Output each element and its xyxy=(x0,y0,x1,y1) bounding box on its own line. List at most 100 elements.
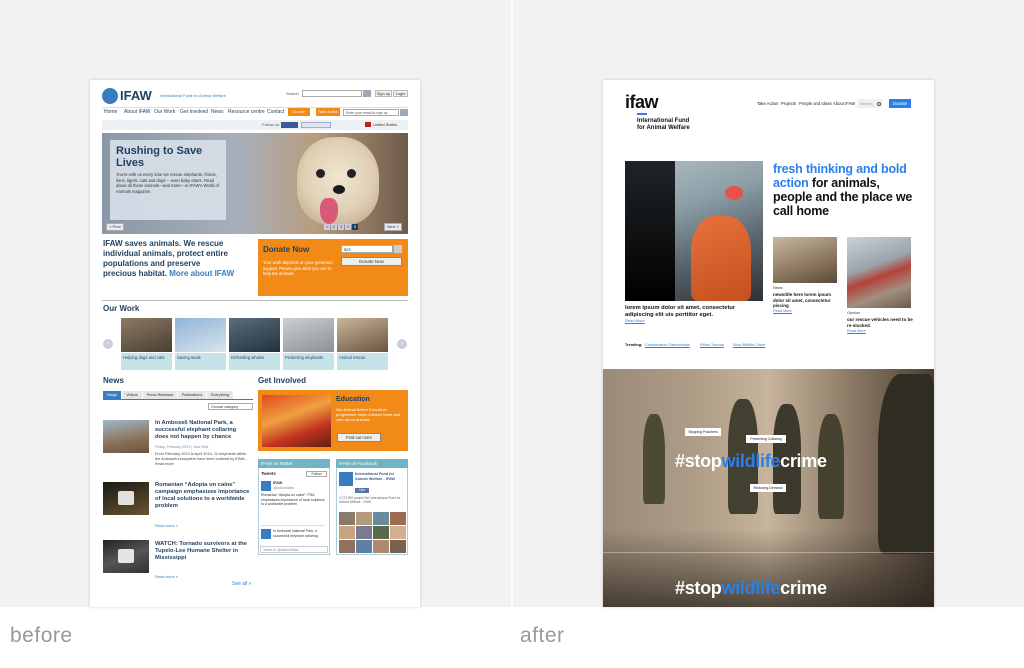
hero-title: Rushing to Save Lives xyxy=(116,145,203,169)
email-signup-field[interactable]: Enter your email to sign up xyxy=(343,109,399,116)
work-label-seals[interactable]: Saving seals xyxy=(175,353,226,370)
new-nav-projects[interactable]: Projects xyxy=(781,101,796,106)
play-icon[interactable] xyxy=(118,491,134,505)
donate-now-button[interactable]: Donate Now xyxy=(341,257,402,266)
before-caption: before xyxy=(10,624,73,647)
intro-more-link[interactable]: More about IFAW xyxy=(169,269,234,278)
trending-link-3[interactable]: Stop Wildlife Crime xyxy=(733,343,765,348)
follow-bar xyxy=(102,120,408,130)
hero-prev-button[interactable]: « Prev xyxy=(106,223,124,231)
work-thumb-dogs[interactable] xyxy=(121,318,172,352)
hashtag-mid: wildlife xyxy=(721,451,781,471)
news-3-read-more[interactable]: Read more » xyxy=(155,575,178,579)
hero-next-button[interactable]: Next » xyxy=(384,223,402,231)
card-2-read-more[interactable]: Read More xyxy=(847,329,866,334)
news-tab-publications[interactable]: Publications xyxy=(178,391,206,399)
nav-resource-centre[interactable]: Resource centre xyxy=(228,110,265,115)
work-label-elephants[interactable]: Protecting elephants xyxy=(283,353,334,370)
news-tab-blogs[interactable]: Blogs xyxy=(103,391,121,399)
signup-button[interactable]: Sign up xyxy=(375,90,392,97)
work-thumb-whales[interactable] xyxy=(229,318,280,352)
trending-link-1[interactable]: Conservation Partnerships xyxy=(645,343,690,348)
nav-news[interactable]: News xyxy=(211,110,224,115)
nav-our-work[interactable]: Our Work xyxy=(154,110,175,115)
pager-5[interactable]: 5 xyxy=(352,224,358,230)
news-2-title[interactable]: Romanian “Adopta un caine” campaign emph… xyxy=(155,482,251,510)
hashtag-pre-2: #stop xyxy=(675,578,722,598)
pager-2[interactable]: 2 xyxy=(331,224,337,230)
old-search-input[interactable] xyxy=(302,90,362,97)
news-thumb-video[interactable] xyxy=(103,482,149,515)
search-icon[interactable] xyxy=(877,102,881,106)
new-donate-button[interactable]: Donate xyxy=(889,99,911,108)
twitter-follow-icon[interactable] xyxy=(301,122,331,128)
work-thumb-seals[interactable] xyxy=(175,318,226,352)
news-1-title[interactable]: In Amboseli National Park, a successful … xyxy=(155,420,251,441)
region-selector[interactable]: United States xyxy=(373,123,397,127)
trending-link-2[interactable]: Rhino Trauma xyxy=(700,343,724,348)
carousel-right-icon[interactable]: › xyxy=(397,339,407,349)
facebook-like-icon[interactable] xyxy=(281,122,298,128)
nav-home[interactable]: Home xyxy=(104,110,117,115)
old-logo[interactable]: IFAW xyxy=(120,89,152,102)
carousel-left-icon[interactable]: ‹ xyxy=(103,339,113,349)
work-thumb-rescue[interactable] xyxy=(337,318,388,352)
news-thumb-tornado[interactable] xyxy=(103,540,149,573)
new-nav-take-action[interactable]: Take Action xyxy=(757,101,778,106)
card-1-read-more[interactable]: Read More xyxy=(773,309,792,314)
nav-get-involved[interactable]: Get Involved xyxy=(180,110,208,115)
find-out-more-button[interactable]: Find out more xyxy=(337,433,381,442)
news-3-title[interactable]: WATCH: Tornado survivors at the Tupelo-L… xyxy=(155,541,251,562)
pager-3[interactable]: 3 xyxy=(338,224,344,230)
feature-caption[interactable]: lorem ipsum dolor sit amet, consectetur … xyxy=(625,305,760,319)
feature-rescuer-image[interactable] xyxy=(625,161,763,301)
card-2-text[interactable]: our rescue vehicles need to be re-stocke… xyxy=(847,317,913,328)
pager-4[interactable]: 4 xyxy=(345,224,351,230)
card-1-image[interactable] xyxy=(773,237,837,283)
pager-1[interactable]: 1 xyxy=(324,224,330,230)
fan-avatar xyxy=(356,526,372,539)
play-icon-2[interactable] xyxy=(118,549,134,563)
nav-about[interactable]: About IFAW xyxy=(124,110,151,115)
new-nav-about[interactable]: About IFAW xyxy=(833,101,855,106)
old-donate-button[interactable]: Donate xyxy=(288,108,310,116)
facebook-page-name[interactable]: International Fund for Animal Welfare - … xyxy=(355,472,407,482)
chevron-down-icon[interactable] xyxy=(394,245,402,253)
news-category-select[interactable]: Choose category xyxy=(208,403,253,410)
feature-read-more[interactable]: Read More xyxy=(625,319,645,323)
work-label-rescue[interactable]: Animal rescue xyxy=(337,353,388,370)
news-2-read-more[interactable]: Read more » xyxy=(155,524,178,528)
card-1-tag: News xyxy=(773,286,783,290)
buoy xyxy=(725,186,743,200)
new-nav-people[interactable]: People and Ideas xyxy=(799,101,832,106)
fan-avatar xyxy=(339,526,355,539)
take-action-button[interactable]: Take Action xyxy=(316,108,340,116)
boat-side xyxy=(625,161,675,301)
education-children-image xyxy=(262,395,331,447)
tag-preventing-collaring[interactable]: Preventing Collaring xyxy=(746,435,786,443)
nav-contact[interactable]: Contact xyxy=(267,110,284,115)
email-go-icon[interactable] xyxy=(400,109,408,116)
twitter-follow-button[interactable]: Follow xyxy=(306,471,327,477)
search-icon[interactable] xyxy=(363,90,371,97)
fan-avatar xyxy=(339,512,355,525)
work-thumb-elephants[interactable] xyxy=(283,318,334,352)
news-tab-everything[interactable]: Everything xyxy=(207,391,233,399)
login-button[interactable]: Login xyxy=(393,90,408,97)
fan-avatar xyxy=(373,526,389,539)
news-tab-press[interactable]: Press Releases xyxy=(143,391,177,399)
facebook-like-button[interactable]: Like xyxy=(355,488,369,493)
tweet-compose-input[interactable]: Tweet to @action4ifaw xyxy=(260,546,328,553)
card-1-text[interactable]: newstitle here lorem ipsum dolor sit ame… xyxy=(773,292,837,309)
new-logo[interactable]: ifaw xyxy=(625,93,659,111)
news-thumb-elephant[interactable] xyxy=(103,420,149,453)
work-label-dogs[interactable]: Helping dogs and cats xyxy=(121,353,172,370)
work-label-whales[interactable]: Defending whales xyxy=(229,353,280,370)
hashtag-post: crime xyxy=(780,451,827,471)
tag-reducing-demand[interactable]: Reducing Demand xyxy=(750,484,786,492)
see-all-link[interactable]: See all » xyxy=(232,582,251,587)
news-tab-videos[interactable]: Videos xyxy=(122,391,142,399)
tag-stopping-poachers[interactable]: Stopping Poachers xyxy=(685,428,721,436)
card-2-image[interactable] xyxy=(847,237,911,308)
donate-amount-select[interactable]: $25 xyxy=(341,245,393,253)
